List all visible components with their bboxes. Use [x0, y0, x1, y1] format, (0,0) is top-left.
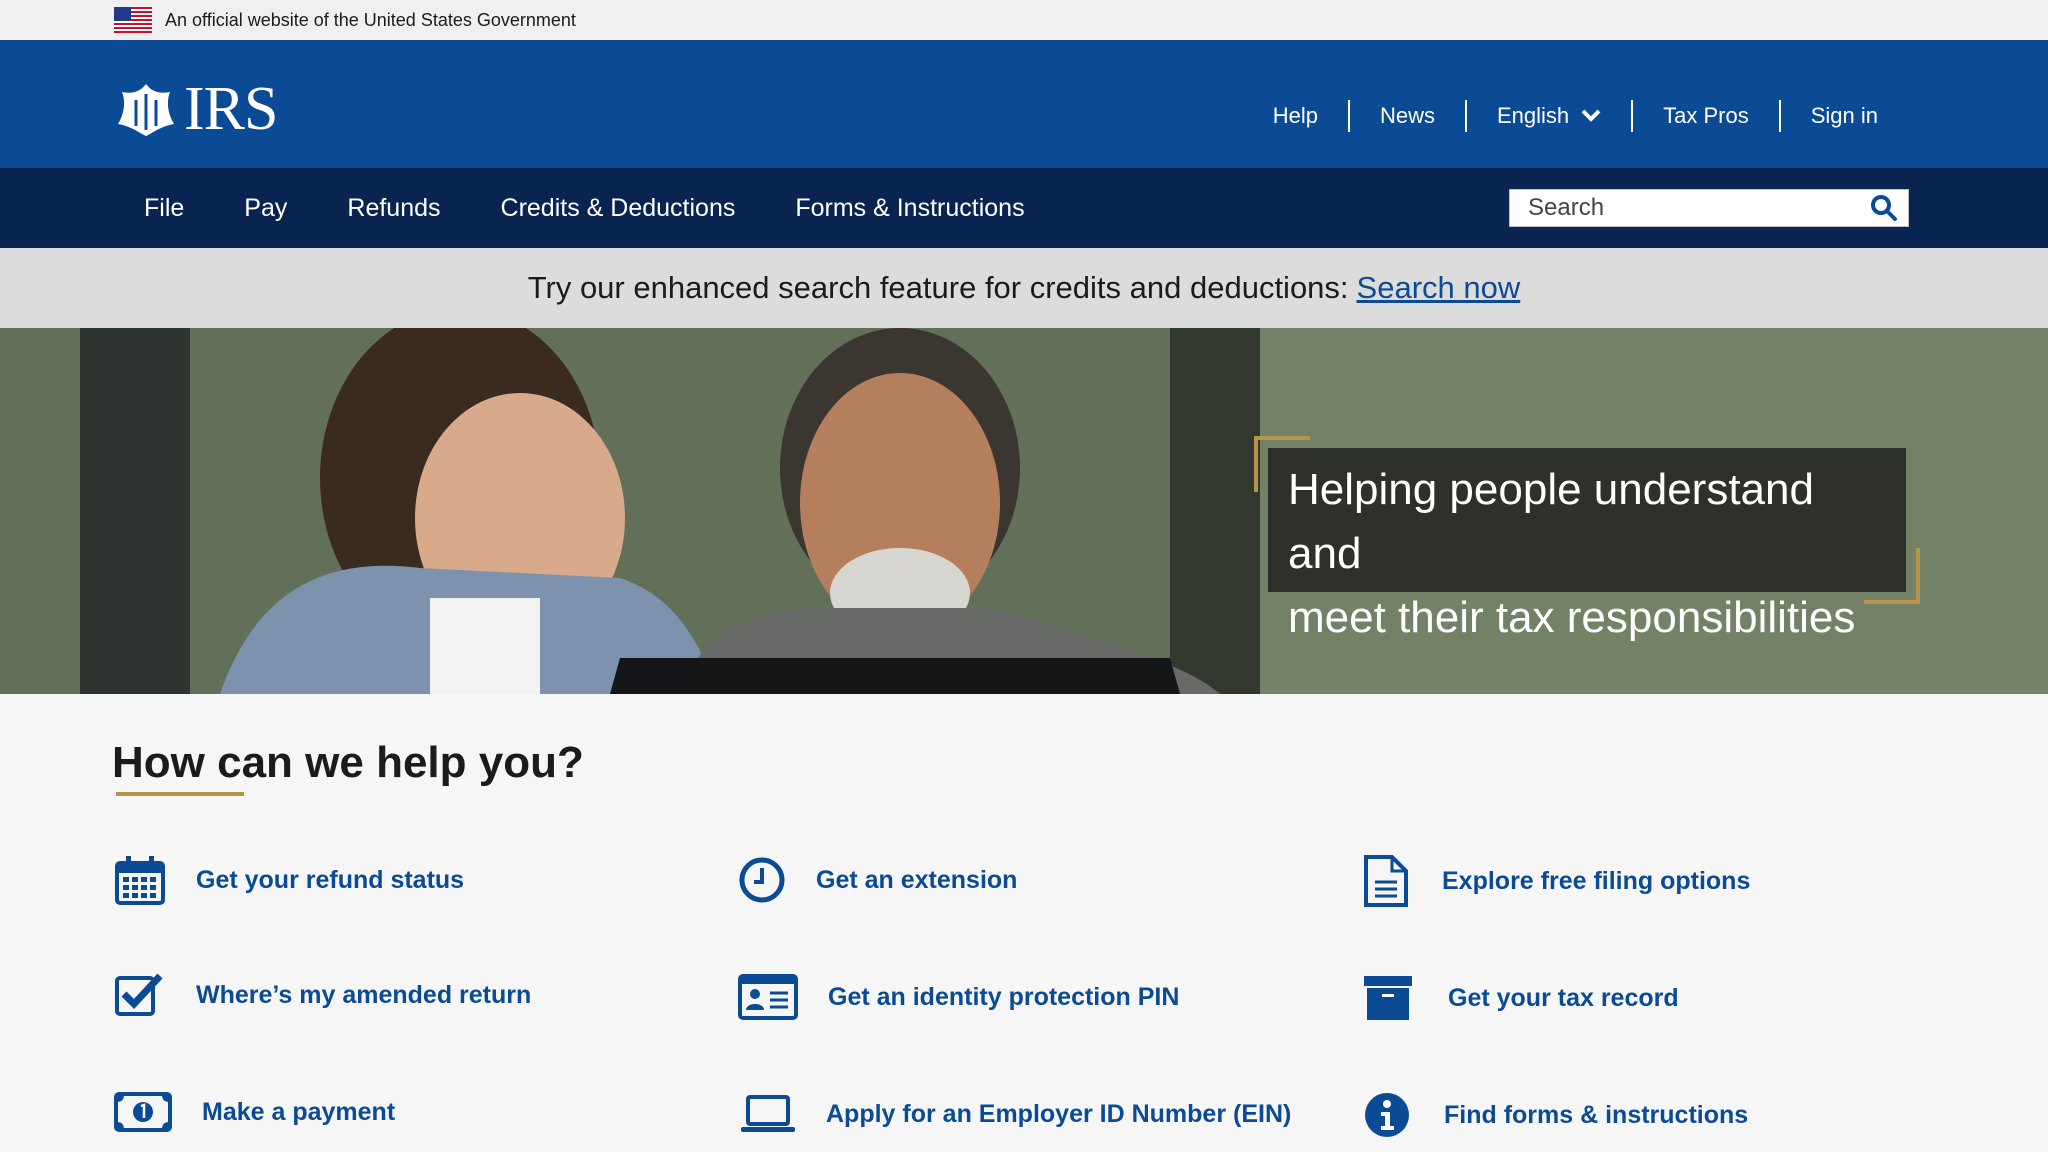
archive-box-icon: [1364, 976, 1412, 1020]
task-label: Get your refund status: [196, 865, 465, 894]
hero-bracket-bottom-right: [1864, 548, 1920, 604]
task-tax-record[interactable]: Get your tax record: [1362, 974, 1679, 1022]
help-link[interactable]: Help: [1243, 100, 1348, 132]
site-header: IRS Help News English Tax Pros Sign in: [0, 40, 2048, 168]
task-employer-id[interactable]: Apply for an Employer ID Number (EIN): [740, 1094, 1291, 1134]
news-link[interactable]: News: [1347, 100, 1465, 132]
help-section-title: How can we help you?: [112, 738, 584, 787]
language-label: English: [1496, 103, 1570, 128]
sign-in-link-label: Sign in: [1810, 103, 1878, 128]
task-forms-instructions[interactable]: Find forms & instructions: [1364, 1092, 1748, 1138]
sign-in-link[interactable]: Sign in: [1778, 100, 1908, 132]
hero-caption-line1: Helping people understand and: [1288, 465, 1814, 578]
clock-icon: [739, 857, 785, 903]
gov-banner-text: An official website of the United States…: [165, 10, 576, 30]
help-link-label: Help: [1272, 103, 1318, 128]
gov-banner: An official website of the United States…: [0, 0, 2048, 40]
id-card-icon: [738, 974, 798, 1020]
task-label: Where’s my amended return: [196, 980, 532, 1009]
task-make-payment[interactable]: Make a payment: [114, 1092, 395, 1132]
hero-caption: Helping people understand and meet their…: [1268, 448, 1906, 642]
task-label: Get an extension: [816, 865, 1018, 894]
tax-pros-link[interactable]: Tax Pros: [1631, 100, 1779, 132]
calendar-icon: [115, 856, 165, 905]
nav-pay[interactable]: Pay: [214, 195, 317, 221]
task-label: Get your tax record: [1448, 983, 1679, 1012]
eagle-emblem-icon: [118, 84, 174, 136]
task-identity-pin[interactable]: Get an identity protection PIN: [738, 974, 1179, 1020]
task-amended-return[interactable]: Where’s my amended return: [114, 972, 531, 1018]
hero-caption-line2: meet their tax responsibilities: [1288, 593, 1856, 642]
nav-file[interactable]: File: [114, 195, 214, 221]
irs-logo[interactable]: IRS: [114, 78, 284, 140]
news-link-label: News: [1379, 103, 1435, 128]
announcement-text: Try our enhanced search feature for cred…: [527, 270, 1349, 305]
task-free-filing[interactable]: Explore free filing options: [1362, 854, 1750, 908]
document-icon: [1364, 855, 1408, 907]
laptop-icon: [741, 1095, 795, 1132]
announcement-bar: Try our enhanced search feature for cred…: [0, 248, 2048, 328]
checkbox-icon: [115, 973, 163, 1016]
chevron-down-icon: [1581, 109, 1601, 122]
search-box: [1509, 189, 1909, 227]
help-title-underline: [116, 792, 244, 796]
money-bill-icon: [114, 1092, 172, 1132]
tax-pros-link-label: Tax Pros: [1663, 103, 1749, 128]
search-icon[interactable]: [1870, 194, 1898, 222]
task-label: Apply for an Employer ID Number (EIN): [826, 1099, 1292, 1128]
task-label: Explore free filing options: [1442, 866, 1751, 895]
nav-credits-deductions[interactable]: Credits & Deductions: [471, 195, 766, 221]
irs-logo-text: IRS: [184, 75, 278, 143]
task-label: Make a payment: [202, 1097, 396, 1126]
language-dropdown[interactable]: English: [1464, 100, 1631, 132]
task-label: Find forms & instructions: [1444, 1100, 1749, 1129]
search-input[interactable]: [1510, 190, 1862, 226]
task-extension[interactable]: Get an extension: [738, 856, 1017, 904]
task-refund-status[interactable]: Get your refund status: [114, 854, 464, 906]
task-label: Get an identity protection PIN: [828, 982, 1180, 1011]
nav-refunds[interactable]: Refunds: [317, 195, 470, 221]
utility-nav: Help News English Tax Pros Sign in: [1243, 100, 1908, 132]
info-icon: [1365, 1093, 1409, 1137]
us-flag-icon: [114, 7, 152, 33]
hero-banner: Helping people understand and meet their…: [0, 328, 2048, 694]
nav-forms-instructions[interactable]: Forms & Instructions: [765, 195, 1054, 221]
search-now-link[interactable]: Search now: [1357, 270, 1521, 306]
